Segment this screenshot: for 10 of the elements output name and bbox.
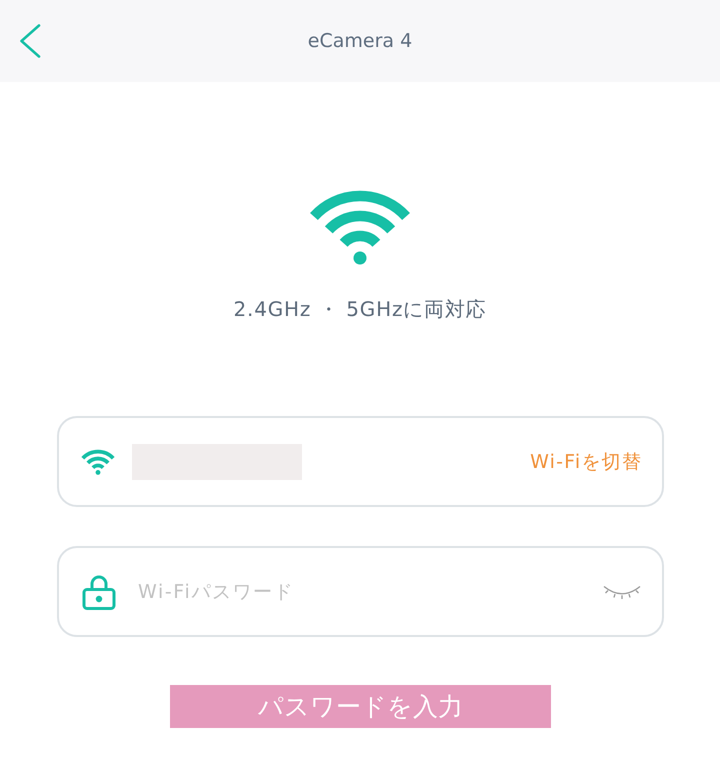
wifi-icon xyxy=(308,188,412,265)
password-input[interactable]: Wi-Fiパスワード xyxy=(138,576,586,606)
chevron-left-icon xyxy=(19,24,41,58)
switch-wifi-link[interactable]: Wi-Fiを切替 xyxy=(530,448,642,474)
eye-closed-icon[interactable] xyxy=(602,584,642,600)
screen-title: eCamera 4 xyxy=(308,30,412,52)
wifi-icon xyxy=(80,448,116,475)
band-support-text: 2.4GHz ・ 5GHzに両対応 xyxy=(234,297,486,321)
lock-icon xyxy=(82,574,116,610)
caption-banner: パスワードを入力 xyxy=(170,685,551,728)
